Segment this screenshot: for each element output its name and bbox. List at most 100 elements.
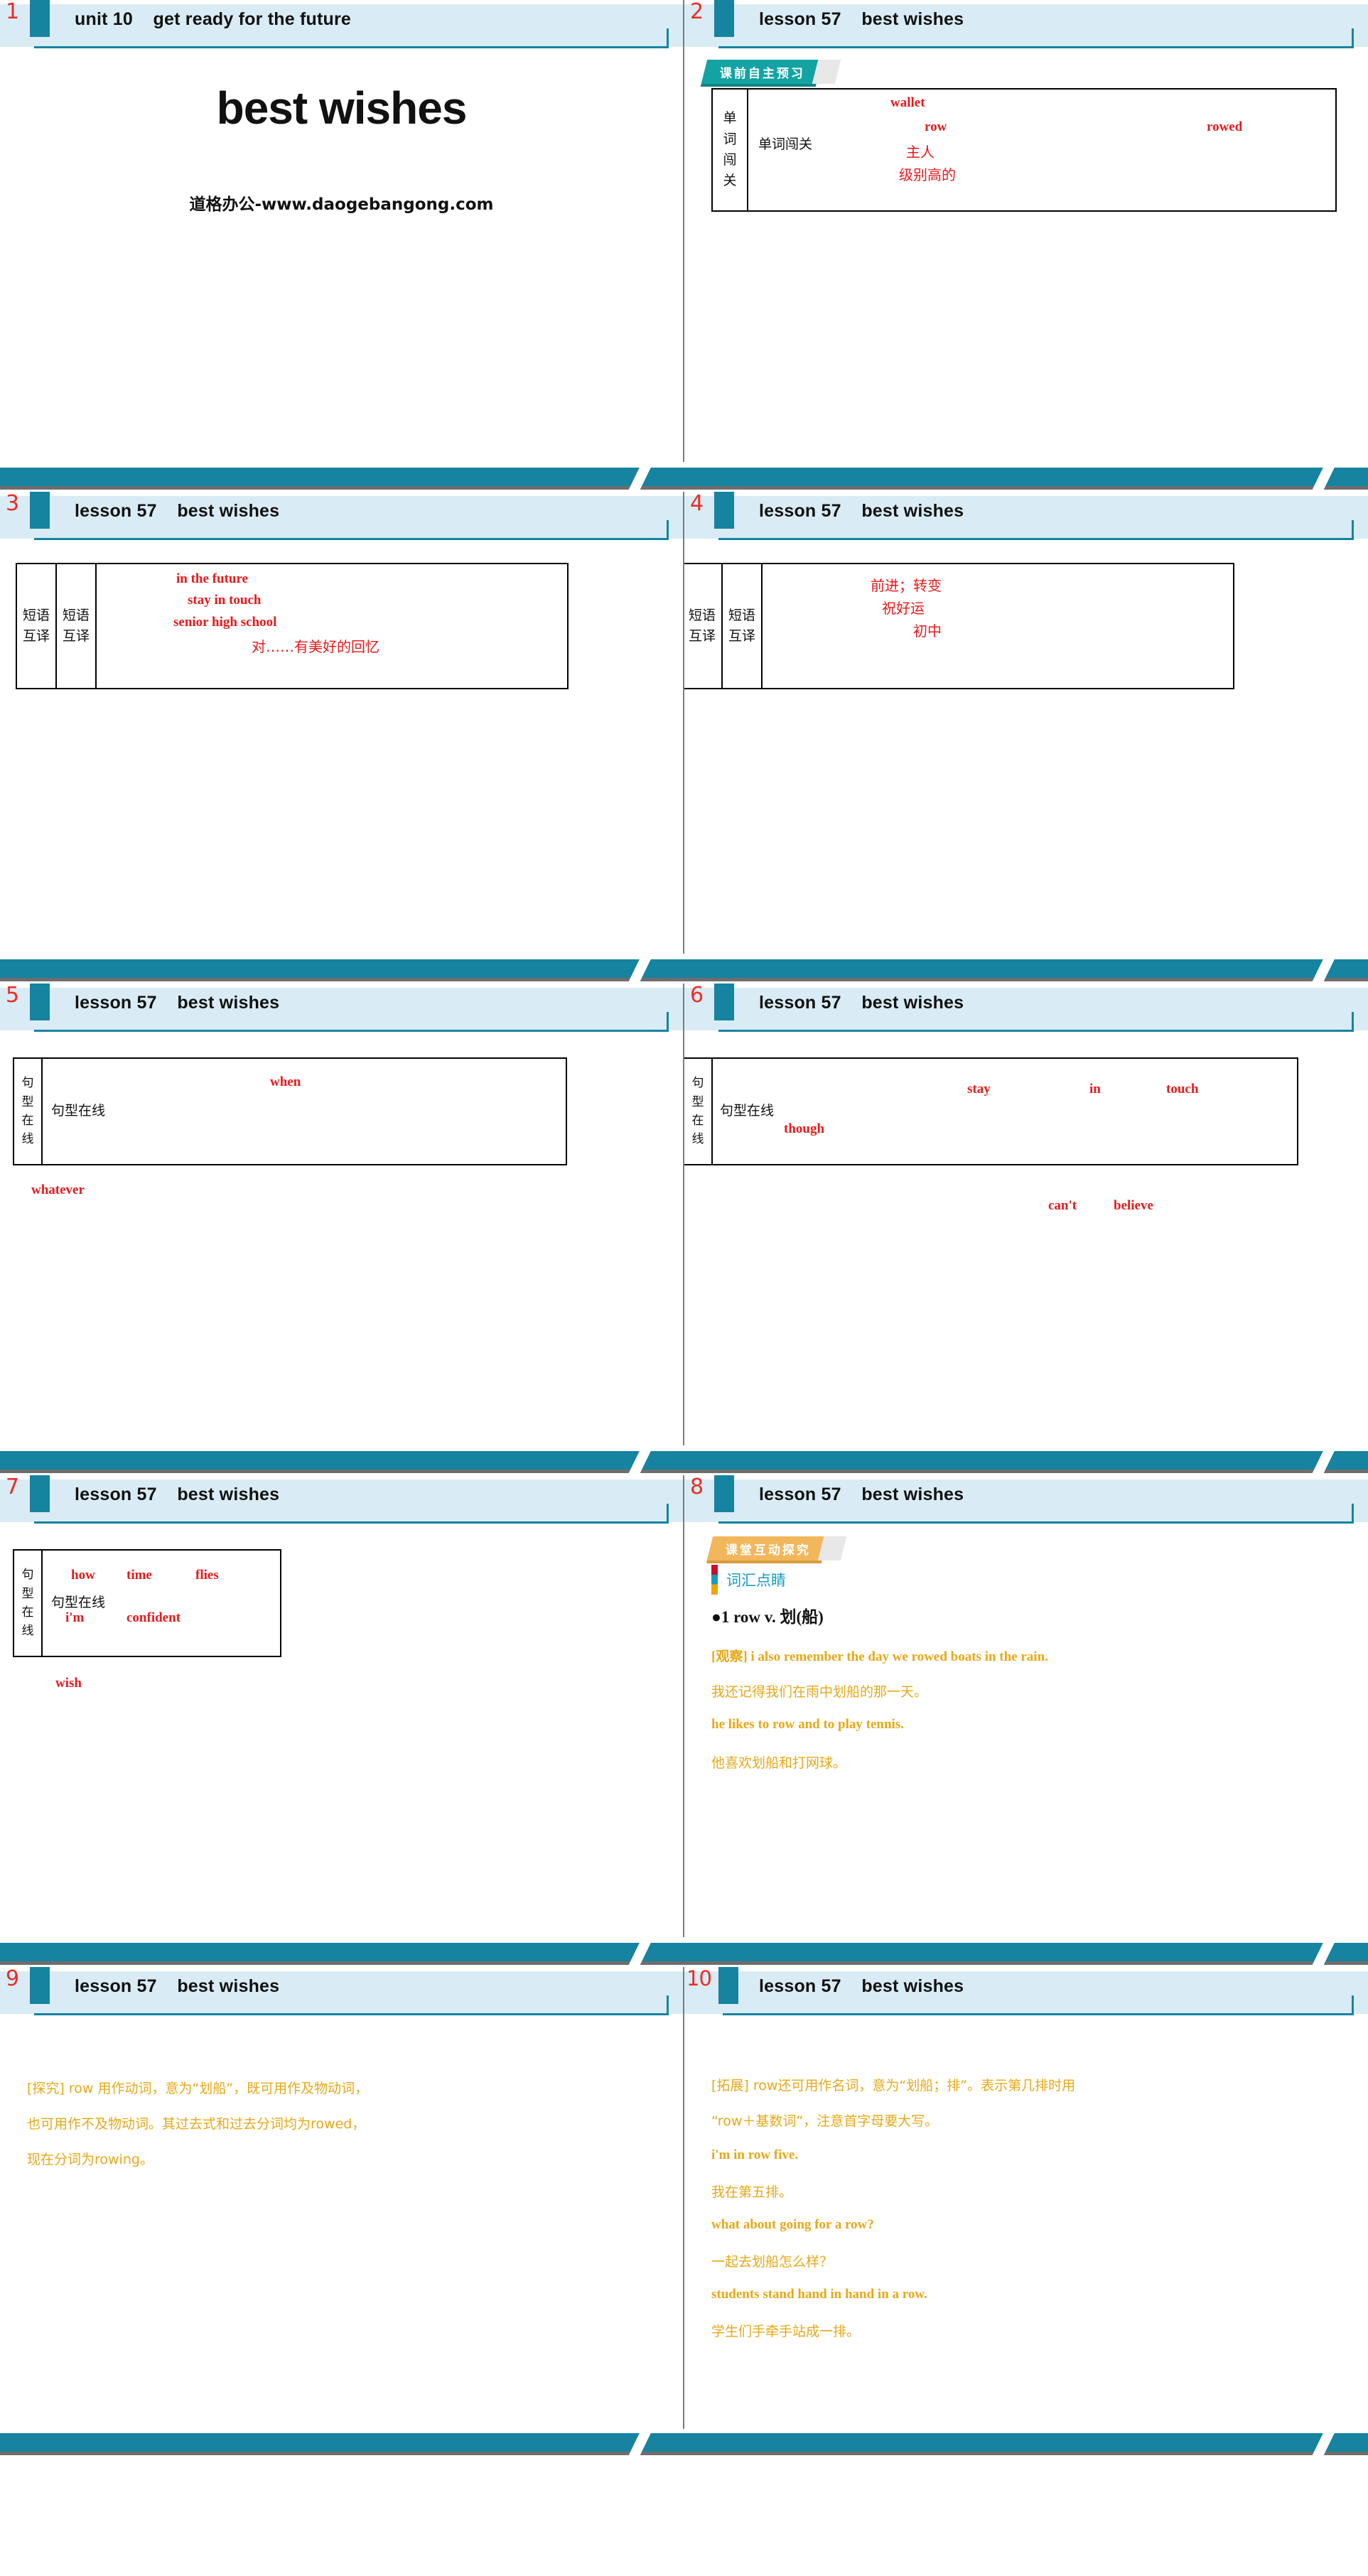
divider-band bbox=[0, 1451, 1368, 1473]
answer-when: when bbox=[270, 1074, 301, 1089]
slide-number: 5 bbox=[6, 983, 20, 1008]
explain-line-2: 也可用作不及物动词。其过去式和过去分词均为rowed， bbox=[27, 2116, 366, 2132]
slide-number: 10 bbox=[686, 1967, 712, 1990]
slide-deck: 1 unit 10 get ready for the future best … bbox=[0, 0, 1368, 2457]
row-divider-3 bbox=[0, 1445, 1368, 1475]
answer-flies: flies bbox=[195, 1568, 219, 1583]
table-body: 单词闯关 wallet row rowed 主人 级别高的 bbox=[748, 90, 1335, 210]
slide-header: 1 unit 10 get ready for the future bbox=[0, 0, 683, 48]
badge-body: 课堂互动探究 bbox=[718, 1536, 818, 1561]
slide-header: 4 lesson 57 best wishes bbox=[684, 492, 1368, 540]
header-underline bbox=[34, 46, 669, 48]
table-side-label: 句型 在线 bbox=[14, 1059, 43, 1164]
divider-band bbox=[0, 959, 1368, 981]
slide-8: 8 lesson 57 best wishes 课堂互动探究 词汇点睛 ●1 r… bbox=[684, 1475, 1368, 1937]
header-right-tick bbox=[1352, 520, 1354, 540]
slide-3: 3 lesson 57 best wishes 短语 互译 短语 互译 in the… bbox=[0, 492, 684, 954]
sentence-table: 句型 在线 句型在线 how time flies i'm confident bbox=[13, 1549, 281, 1657]
slide-header: 9 lesson 57 best wishes bbox=[0, 1967, 683, 2015]
explain-line-3: 现在分词为rowing。 bbox=[27, 2152, 154, 2167]
answer-in: in bbox=[1089, 1082, 1101, 1096]
table-side-label: 句型 在线 bbox=[14, 1551, 43, 1656]
table-body: 句型在线 stay in touch though bbox=[713, 1059, 1297, 1164]
slide-number-box bbox=[30, 492, 50, 529]
subsection-title: 词汇点睛 bbox=[711, 1565, 786, 1595]
header-underline bbox=[718, 1030, 1354, 1032]
slide-9: 9 lesson 57 best wishes [探究] row 用作动词，意为… bbox=[0, 1967, 684, 2429]
extend-line-2: “row＋基数词”，注意首字母要大写。 bbox=[711, 2113, 939, 2129]
badge-tail bbox=[817, 1536, 847, 1561]
table-side-label: 单词 闯关 bbox=[713, 90, 748, 210]
slide-number-box bbox=[30, 1475, 50, 1512]
header-underline bbox=[718, 538, 1354, 540]
slide-6: 6 lesson 57 best wishes 句型 在线 句型在线 stay … bbox=[684, 983, 1368, 1445]
header-right-tick bbox=[1352, 28, 1354, 48]
answer-wallet: wallet bbox=[890, 95, 925, 110]
answer-chuzhong: 初中 bbox=[913, 623, 942, 640]
extend-line-7: students stand hand in hand in a row. bbox=[711, 2287, 927, 2302]
answer-in-the-future: in the future bbox=[176, 571, 248, 586]
answer-rowed: rowed bbox=[1207, 119, 1243, 134]
cover-subtitle: 道格办公-www.daogebangong.com bbox=[189, 195, 494, 214]
answer-row: row bbox=[925, 119, 947, 134]
section-badge-preview: 课前自主预习 bbox=[701, 60, 841, 84]
extend-line-1: [拓展] row还可用作名词，意为“划船；排”。表示第几排时用 bbox=[711, 2078, 1076, 2093]
slide-1: 1 unit 10 get ready for the future best … bbox=[0, 0, 684, 462]
answer-qianjin-zhuanbian: 前进；转变 bbox=[871, 577, 942, 594]
extend-line-8: 学生们手牵手站成一排。 bbox=[711, 2324, 861, 2339]
table-body: 前进；转变 祝好运 初中 bbox=[763, 564, 1233, 688]
cover-title: best wishes bbox=[216, 82, 468, 134]
slide-number: 8 bbox=[690, 1475, 704, 1499]
table-inline-label: 单词闯关 bbox=[758, 136, 813, 152]
badge-label: 课堂互动探究 bbox=[726, 1543, 811, 1558]
answer-time: time bbox=[126, 1568, 152, 1583]
divider-band bbox=[0, 468, 1368, 490]
header-title: lesson 57 best wishes bbox=[75, 993, 280, 1013]
header-underline bbox=[723, 2013, 1354, 2015]
explain-line-1: [探究] row 用作动词，意为“划船”，既可用作及物动词， bbox=[27, 2081, 369, 2096]
phrase-table: 短语 互译 短语 互译 in the future stay in touch se… bbox=[16, 563, 569, 689]
slide-number: 2 bbox=[690, 0, 704, 24]
badge-label: 课前自主预习 bbox=[720, 66, 805, 81]
slide-number-box bbox=[714, 1475, 734, 1512]
slide-header: 10 lesson 57 best wishes bbox=[684, 1967, 1368, 2015]
header-underline bbox=[718, 46, 1354, 48]
header-title: lesson 57 best wishes bbox=[759, 501, 964, 521]
extend-line-4: 我在第五排。 bbox=[711, 2184, 793, 2200]
slide-10: 10 lesson 57 best wishes [拓展] row还可用作名词，… bbox=[684, 1967, 1368, 2429]
answer-whatever: whatever bbox=[31, 1182, 85, 1197]
table-inline-label: 句型在线 bbox=[51, 1103, 106, 1119]
slide-header: 2 lesson 57 best wishes bbox=[684, 0, 1368, 48]
example-line-2: 我还记得我们在雨中划船的那一天。 bbox=[711, 1684, 928, 1700]
sentence-table: 句型 在线 句型在线 stay in touch though bbox=[684, 1057, 1298, 1165]
table-inline-label: 句型在线 bbox=[51, 1595, 106, 1610]
header-right-tick bbox=[1352, 1504, 1354, 1524]
header-title: lesson 57 best wishes bbox=[759, 1484, 964, 1504]
slide-number: 7 bbox=[6, 1475, 20, 1499]
table-body: 句型在线 when bbox=[43, 1059, 566, 1164]
slide-number-box bbox=[30, 983, 50, 1020]
header-title: lesson 57 best wishes bbox=[759, 993, 964, 1013]
slide-header: 3 lesson 57 best wishes bbox=[0, 492, 683, 540]
header-underline bbox=[34, 538, 669, 540]
divider-band bbox=[0, 1943, 1368, 1965]
answer-wish: wish bbox=[55, 1676, 82, 1691]
answer-cant: can't bbox=[1048, 1198, 1077, 1213]
table-side-label: 句型 在线 bbox=[684, 1059, 713, 1164]
slide-2: 2 lesson 57 best wishes 课前自主预习 单词 闯关 单词闯… bbox=[684, 0, 1368, 462]
badge-body: 课前自主预习 bbox=[713, 60, 812, 84]
table-side-label-b: 短语 互译 bbox=[723, 564, 763, 688]
slide-number: 4 bbox=[690, 492, 704, 516]
slide-number-box bbox=[30, 0, 50, 37]
slide-header: 8 lesson 57 best wishes bbox=[684, 1475, 1368, 1524]
header-right-tick bbox=[667, 28, 669, 48]
header-title: lesson 57 best wishes bbox=[75, 1976, 280, 1996]
answer-zhuren: 主人 bbox=[906, 144, 935, 161]
divider-band bbox=[0, 2433, 1368, 2455]
color-bars-icon bbox=[711, 1565, 718, 1595]
row-divider-1 bbox=[0, 462, 1368, 492]
slide-5: 5 lesson 57 best wishes 句型 在线 句型在线 when … bbox=[0, 983, 684, 1445]
slide-4: 4 lesson 57 best wishes 短语 互译 短语 互译 前进；转变 … bbox=[684, 492, 1368, 954]
slide-number: 9 bbox=[6, 1967, 20, 1991]
slide-number-box bbox=[714, 0, 734, 37]
